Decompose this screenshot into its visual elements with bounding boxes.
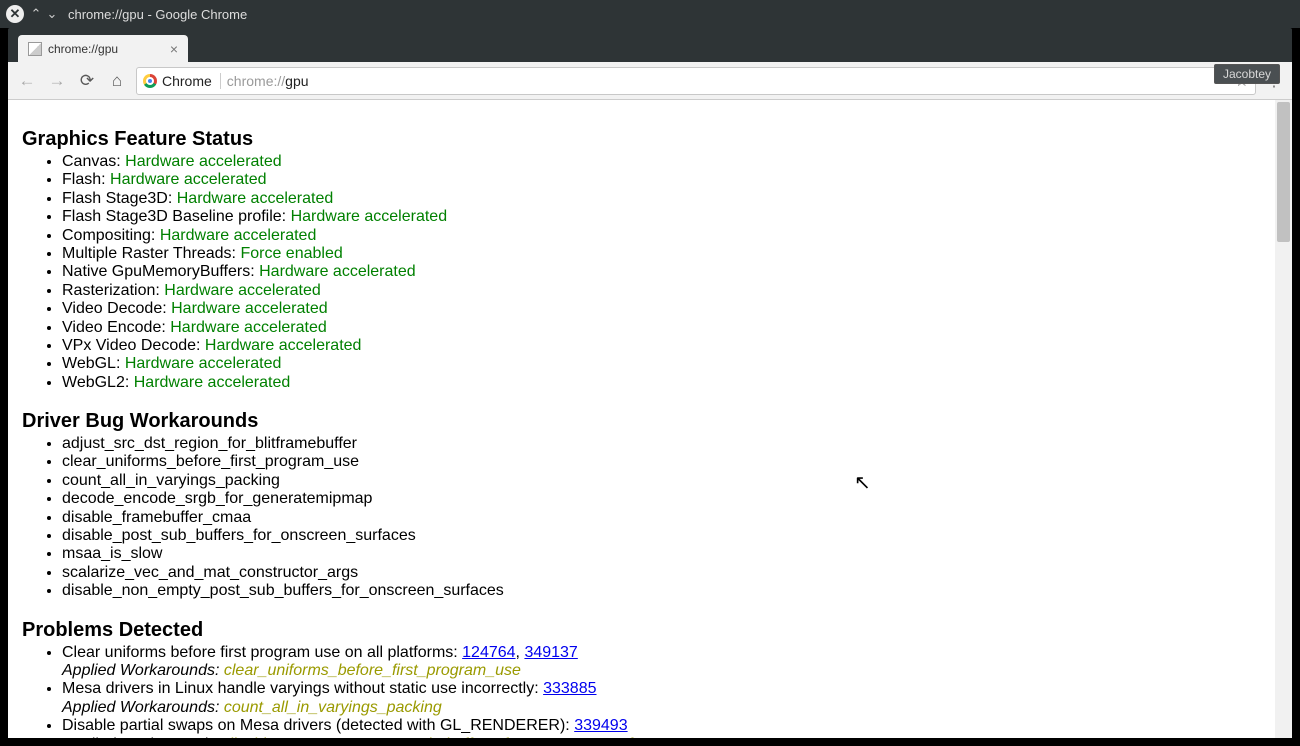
chrome-icon: [143, 74, 157, 88]
feature-item: Video Encode: Hardware accelerated: [62, 319, 1269, 337]
home-button[interactable]: ⌂: [106, 70, 128, 92]
site-identity-label: Chrome: [162, 73, 212, 89]
window-titlebar: ✕ ⌃ ⌄ chrome://gpu - Google Chrome: [0, 0, 1300, 28]
feature-item: Flash Stage3D Baseline profile: Hardware…: [62, 208, 1269, 226]
feature-item: Compositing: Hardware accelerated: [62, 227, 1269, 245]
feature-item: WebGL: Hardware accelerated: [62, 355, 1269, 373]
back-button[interactable]: ←: [16, 70, 38, 92]
workaround-item: decode_encode_srgb_for_generatemipmap: [62, 490, 1269, 508]
feature-status: Hardware accelerated: [164, 282, 321, 299]
problem-text: Mesa drivers in Linux handle varyings wi…: [62, 680, 543, 697]
feature-item: Canvas: Hardware accelerated: [62, 153, 1269, 171]
browser-tab[interactable]: chrome://gpu ×: [18, 35, 188, 62]
features-heading: Graphics Feature Status: [22, 128, 1269, 151]
workaround-item: scalarize_vec_and_mat_constructor_args: [62, 564, 1269, 582]
workaround-item: clear_uniforms_before_first_program_use: [62, 453, 1269, 471]
url-path: gpu: [285, 73, 308, 89]
site-identity-chip[interactable]: Chrome: [143, 73, 221, 89]
page-content: Graphics Feature Status Canvas: Hardware…: [8, 100, 1275, 738]
applied-label: Applied Workarounds:: [62, 736, 224, 738]
feature-item: Flash Stage3D: Hardware accelerated: [62, 190, 1269, 208]
feature-label: Canvas:: [62, 153, 125, 170]
reload-button[interactable]: ⟳: [76, 70, 98, 92]
feature-status: Hardware accelerated: [170, 319, 327, 336]
feature-status: Hardware accelerated: [205, 337, 362, 354]
window-up-button[interactable]: ⌃: [28, 6, 44, 22]
applied-workaround: disable_non_empty_post_sub_buffers_for_o…: [224, 736, 666, 738]
applied-label: Applied Workarounds:: [62, 662, 224, 679]
feature-label: WebGL2:: [62, 374, 134, 391]
window-title: chrome://gpu - Google Chrome: [68, 7, 247, 22]
applied-label: Applied Workarounds:: [62, 699, 224, 716]
problems-list: Clear uniforms before first program use …: [22, 644, 1269, 738]
feature-label: Flash Stage3D:: [62, 190, 177, 207]
feature-label: Multiple Raster Threads:: [62, 245, 240, 262]
features-list: Canvas: Hardware acceleratedFlash: Hardw…: [22, 153, 1269, 392]
problem-text: Disable partial swaps on Mesa drivers (d…: [62, 717, 574, 734]
bug-link[interactable]: 333885: [543, 680, 596, 697]
tab-strip: chrome://gpu ×: [8, 28, 1292, 62]
feature-label: WebGL:: [62, 355, 125, 372]
feature-item: Flash: Hardware accelerated: [62, 171, 1269, 189]
bug-link[interactable]: 339493: [574, 717, 627, 734]
feature-status: Hardware accelerated: [125, 153, 282, 170]
feature-status: Hardware accelerated: [134, 374, 291, 391]
feature-label: Flash Stage3D Baseline profile:: [62, 208, 291, 225]
window-down-button[interactable]: ⌄: [44, 6, 60, 22]
bug-link[interactable]: 349137: [524, 644, 577, 661]
feature-label: Video Encode:: [62, 319, 170, 336]
tab-favicon: [28, 42, 42, 56]
problem-item: Disable partial swaps on Mesa drivers (d…: [62, 717, 1269, 738]
applied-workaround: clear_uniforms_before_first_program_use: [224, 662, 521, 679]
feature-item: WebGL2: Hardware accelerated: [62, 374, 1269, 392]
feature-status: Hardware accelerated: [160, 227, 317, 244]
url-scheme: chrome://: [227, 73, 285, 89]
feature-label: VPx Video Decode:: [62, 337, 205, 354]
bug-link[interactable]: 124764: [462, 644, 515, 661]
workaround-item: disable_framebuffer_cmaa: [62, 509, 1269, 527]
problem-text: Clear uniforms before first program use …: [62, 644, 462, 661]
feature-status: Hardware accelerated: [291, 208, 448, 225]
problems-heading: Problems Detected: [22, 619, 1269, 642]
tab-title: chrome://gpu: [48, 42, 118, 56]
feature-label: Flash:: [62, 171, 110, 188]
address-bar[interactable]: Chrome chrome://gpu ☆: [136, 67, 1256, 95]
window-close-button[interactable]: ✕: [6, 5, 24, 23]
vertical-scrollbar[interactable]: [1275, 100, 1292, 738]
feature-status: Hardware accelerated: [259, 263, 416, 280]
forward-button: →: [46, 70, 68, 92]
workaround-item: disable_post_sub_buffers_for_onscreen_su…: [62, 527, 1269, 545]
workaround-item: msaa_is_slow: [62, 545, 1269, 563]
workaround-item: disable_non_empty_post_sub_buffers_for_o…: [62, 582, 1269, 600]
applied-workaround: count_all_in_varyings_packing: [224, 699, 442, 716]
feature-status: Force enabled: [240, 245, 342, 262]
profile-badge[interactable]: Jacobtey: [1214, 64, 1280, 84]
workarounds-heading: Driver Bug Workarounds: [22, 410, 1269, 433]
feature-label: Rasterization:: [62, 282, 164, 299]
scrollbar-thumb[interactable]: [1277, 102, 1290, 242]
feature-label: Native GpuMemoryBuffers:: [62, 263, 259, 280]
feature-item: Multiple Raster Threads: Force enabled: [62, 245, 1269, 263]
problem-item: Mesa drivers in Linux handle varyings wi…: [62, 680, 1269, 717]
workaround-item: adjust_src_dst_region_for_blitframebuffe…: [62, 435, 1269, 453]
feature-item: VPx Video Decode: Hardware accelerated: [62, 337, 1269, 355]
feature-item: Rasterization: Hardware accelerated: [62, 282, 1269, 300]
feature-status: Hardware accelerated: [110, 171, 267, 188]
feature-item: Video Decode: Hardware accelerated: [62, 300, 1269, 318]
workaround-item: count_all_in_varyings_packing: [62, 472, 1269, 490]
browser-toolbar: ← → ⟳ ⌂ Chrome chrome://gpu ☆ ⋮: [8, 62, 1292, 100]
feature-item: Native GpuMemoryBuffers: Hardware accele…: [62, 263, 1269, 281]
feature-status: Hardware accelerated: [177, 190, 334, 207]
feature-label: Video Decode:: [62, 300, 171, 317]
problem-item: Clear uniforms before first program use …: [62, 644, 1269, 681]
feature-label: Compositing:: [62, 227, 160, 244]
feature-status: Hardware accelerated: [171, 300, 328, 317]
tab-close-icon[interactable]: ×: [170, 41, 178, 57]
workarounds-list: adjust_src_dst_region_for_blitframebuffe…: [22, 435, 1269, 601]
feature-status: Hardware accelerated: [125, 355, 282, 372]
